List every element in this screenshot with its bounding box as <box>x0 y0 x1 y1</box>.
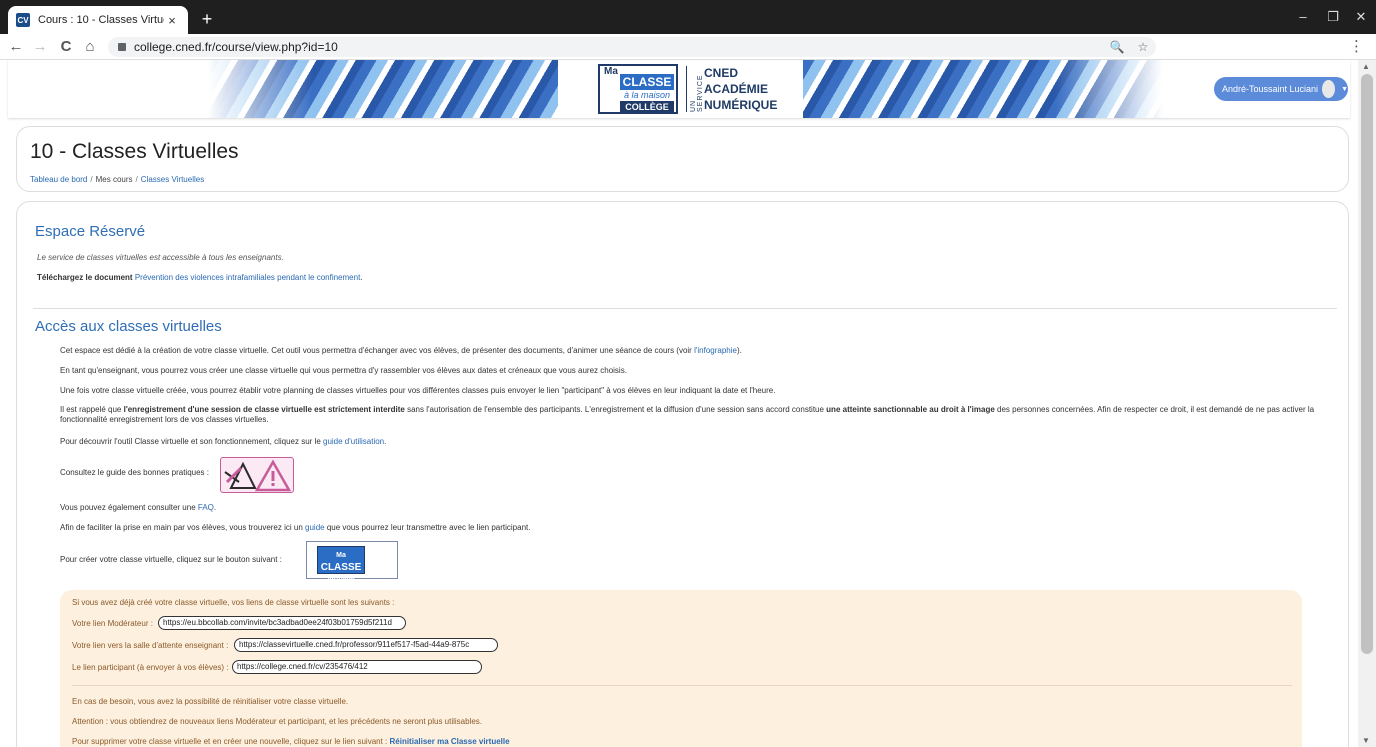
virtual-class-links-box: Si vous avez déjà créé votre classe virt… <box>60 590 1302 747</box>
paragraph-4: Il est rappelé que l'enregistrement d'un… <box>60 405 1315 424</box>
avatar <box>1322 80 1336 98</box>
paragraph-1: Cet espace est dédié à la création de vo… <box>60 346 742 355</box>
zoom-icon[interactable]: 🔍 <box>1104 40 1130 54</box>
cned-logo: CNED ACADÉMIE NUMÉRIQUE <box>704 66 778 112</box>
paragraph-3: Une fois votre classe virtuelle créée, v… <box>60 386 776 395</box>
new-tab-button[interactable]: + <box>196 8 218 30</box>
moderator-link-field[interactable]: https://eu.bbcollab.com/invite/bc3adbad0… <box>158 616 406 630</box>
banner-stripes-left <box>208 60 558 118</box>
favicon-icon: CV <box>16 13 30 27</box>
create-virtual-class-button[interactable]: Ma CLASSE virtuelle <box>306 541 398 583</box>
download-document-link[interactable]: Prévention des violences intrafamiliales… <box>135 273 360 282</box>
breadcrumb: Tableau de bord / Mes cours / Classes Virtue… <box>30 175 205 184</box>
student-guide-link[interactable]: guide <box>305 523 325 532</box>
best-practices-caution-icon[interactable] <box>220 457 294 493</box>
paragraph-8: Afin de faciliter la prise en main par v… <box>60 523 531 532</box>
restore-icon[interactable]: ❐ <box>1318 6 1348 28</box>
download-line: Téléchargez le document Prévention des v… <box>37 273 363 282</box>
participant-label: Le lien participant (à envoyer à vos élè… <box>72 663 229 672</box>
section-title-espace-reserve: Espace Réservé <box>35 223 146 240</box>
user-guide-link[interactable]: guide d'utilisation <box>323 437 384 446</box>
paragraph-9: Pour créer votre classe virtuelle, cliqu… <box>60 555 282 564</box>
reset-info-3: Pour supprimer votre classe virtuelle et… <box>72 737 510 746</box>
page-header-card: 10 - Classes Virtuelles Tableau de bord /… <box>16 126 1349 192</box>
ma-classe-logo[interactable]: Ma CLASSE à la maison COLLÈGE <box>598 64 678 114</box>
section1-intro: Le service de classes virtuelles est acc… <box>37 253 284 262</box>
page-content: Ma CLASSE à la maison COLLÈGE UN SERVICE… <box>0 60 1358 747</box>
logo-service-text: UN SERVICE <box>690 74 704 112</box>
url-text: college.cned.fr/course/view.php?id=10 <box>134 40 338 54</box>
page-scrollbar[interactable]: ▲ ▼ <box>1358 60 1376 747</box>
infographie-link[interactable]: l'infographie <box>694 346 737 355</box>
browser-tab[interactable]: CV Cours : 10 - Classes Virtuelles × <box>8 6 188 34</box>
reset-info-1: En cas de besoin, vous avez la possibili… <box>72 697 349 706</box>
waiting-room-link-field[interactable]: https://classevirtuelle.cned.fr/professo… <box>234 638 498 652</box>
window-close-icon[interactable]: ✕ <box>1346 6 1376 28</box>
course-content-card: Espace Réservé Le service de classes vir… <box>16 201 1349 747</box>
reset-info-2: Attention : vous obtiendrez de nouveaux … <box>72 717 483 726</box>
tab-close-icon[interactable]: × <box>164 13 180 28</box>
lock-icon <box>118 43 126 51</box>
links-intro: Si vous avez déjà créé votre classe virt… <box>72 598 395 607</box>
scroll-up-icon[interactable]: ▲ <box>1362 62 1370 71</box>
links-box-divider <box>72 685 1292 686</box>
reset-virtual-class-link[interactable]: Réinitialiser ma Classe virtuelle <box>390 737 510 746</box>
moderator-label: Votre lien Modérateur : <box>72 619 153 628</box>
breadcrumb-dashboard-link[interactable]: Tableau de bord <box>30 175 87 184</box>
participant-link-field[interactable]: https://college.cned.fr/cv/235476/412 <box>232 660 482 674</box>
paragraph-5: Pour découvrir l'outil Classe virtuelle … <box>60 437 387 446</box>
address-bar: ← → C ⌂ college.cned.fr/course/view.php?… <box>0 34 1376 60</box>
breadcrumb-course-link[interactable]: Classes Virtuelles <box>141 175 204 184</box>
section-title-acces: Accès aux classes virtuelles <box>35 318 222 335</box>
minimize-icon[interactable]: – <box>1288 6 1318 28</box>
waiting-room-label: Votre lien vers la salle d'attente ensei… <box>72 641 229 650</box>
reload-icon[interactable]: C <box>56 37 76 57</box>
tab-title: Cours : 10 - Classes Virtuelles <box>38 14 164 26</box>
url-field[interactable]: college.cned.fr/course/view.php?id=10 🔍 … <box>108 37 1156 57</box>
paragraph-7: Vous pouvez également consulter une FAQ. <box>60 503 217 512</box>
breadcrumb-my-courses: Mes cours <box>95 175 133 184</box>
home-icon[interactable]: ⌂ <box>80 37 100 57</box>
user-name: André-Toussaint Luciani <box>1222 84 1319 94</box>
browser-menu-icon[interactable]: ⋮ <box>1349 37 1364 55</box>
page-title: 10 - Classes Virtuelles <box>30 140 239 163</box>
ma-classe-virtuelle-logo: Ma CLASSE virtuelle <box>317 546 365 583</box>
banner-stripes-right <box>803 60 1163 118</box>
browser-tabstrip: CV Cours : 10 - Classes Virtuelles × + –… <box>0 0 1376 34</box>
user-menu-button[interactable]: André-Toussaint Luciani ▼ <box>1214 77 1348 101</box>
bookmark-star-icon[interactable]: ☆ <box>1130 40 1156 54</box>
scroll-down-icon[interactable]: ▼ <box>1362 736 1370 745</box>
scrollbar-thumb[interactable] <box>1361 74 1373 654</box>
caret-down-icon: ▼ <box>1341 85 1348 93</box>
forward-icon[interactable]: → <box>30 37 50 57</box>
paragraph-6: Consultez le guide des bonnes pratiques … <box>60 468 209 477</box>
section-divider <box>33 308 1337 309</box>
faq-link[interactable]: FAQ <box>198 503 214 512</box>
paragraph-2: En tant qu'enseignant, vous pourrez vous… <box>60 366 627 375</box>
logo-separator <box>686 66 687 112</box>
site-banner: Ma CLASSE à la maison COLLÈGE UN SERVICE… <box>8 60 1350 118</box>
back-icon[interactable]: ← <box>6 37 26 57</box>
